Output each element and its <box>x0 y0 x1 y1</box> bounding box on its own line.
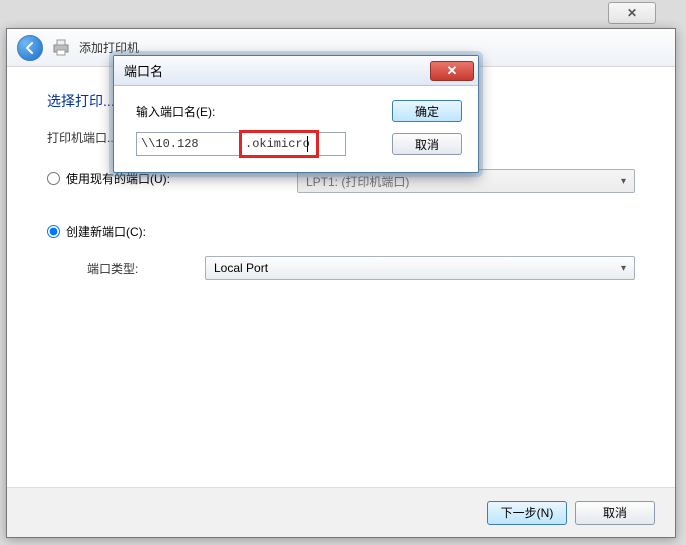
port-name-input[interactable]: \\10.128 .okimicro <box>136 132 346 156</box>
create-new-radio[interactable] <box>47 225 60 238</box>
port-type-dropdown[interactable]: Local Port ▾ <box>205 256 635 280</box>
dialog-body: 输入端口名(E): 确定 \\10.128 .okimicro 取消 <box>114 86 478 172</box>
arrow-left-icon <box>23 41 37 55</box>
port-type-label: 端口类型: <box>87 260 177 277</box>
dialog-cancel-button[interactable]: 取消 <box>392 133 462 155</box>
close-icon: ✕ <box>447 63 458 79</box>
port-name-dialog: 端口名 ✕ 输入端口名(E): 确定 \\10.128 .okimicro 取消 <box>113 55 479 173</box>
dialog-close-button[interactable]: ✕ <box>430 61 474 81</box>
dialog-titlebar: 端口名 ✕ <box>114 56 478 86</box>
dialog-title: 端口名 <box>124 61 163 80</box>
wizard-footer: 下一步(N) 取消 <box>7 487 675 537</box>
port-value-part2: .okimicro <box>245 137 310 151</box>
existing-port-value: LPT1: (打印机端口) <box>306 173 409 190</box>
create-new-label: 创建新端口(C): <box>66 223 146 240</box>
back-button[interactable] <box>17 35 43 61</box>
text-cursor <box>307 136 308 152</box>
next-button[interactable]: 下一步(N) <box>487 501 567 525</box>
outer-close-button[interactable]: ✕ <box>608 2 656 24</box>
ok-button[interactable]: 确定 <box>392 100 462 122</box>
use-existing-radio[interactable] <box>47 172 60 185</box>
cancel-button[interactable]: 取消 <box>575 501 655 525</box>
port-value-part1: \\10.128 <box>141 137 199 151</box>
close-icon: ✕ <box>627 6 637 20</box>
port-name-label: 输入端口名(E): <box>136 103 374 120</box>
port-type-value: Local Port <box>214 261 268 275</box>
wizard-title: 添加打印机 <box>79 39 139 56</box>
chevron-down-icon: ▾ <box>621 263 626 274</box>
create-new-port-option[interactable]: 创建新端口(C): <box>47 223 635 240</box>
chevron-down-icon: ▾ <box>621 176 626 187</box>
printer-icon <box>51 39 71 57</box>
